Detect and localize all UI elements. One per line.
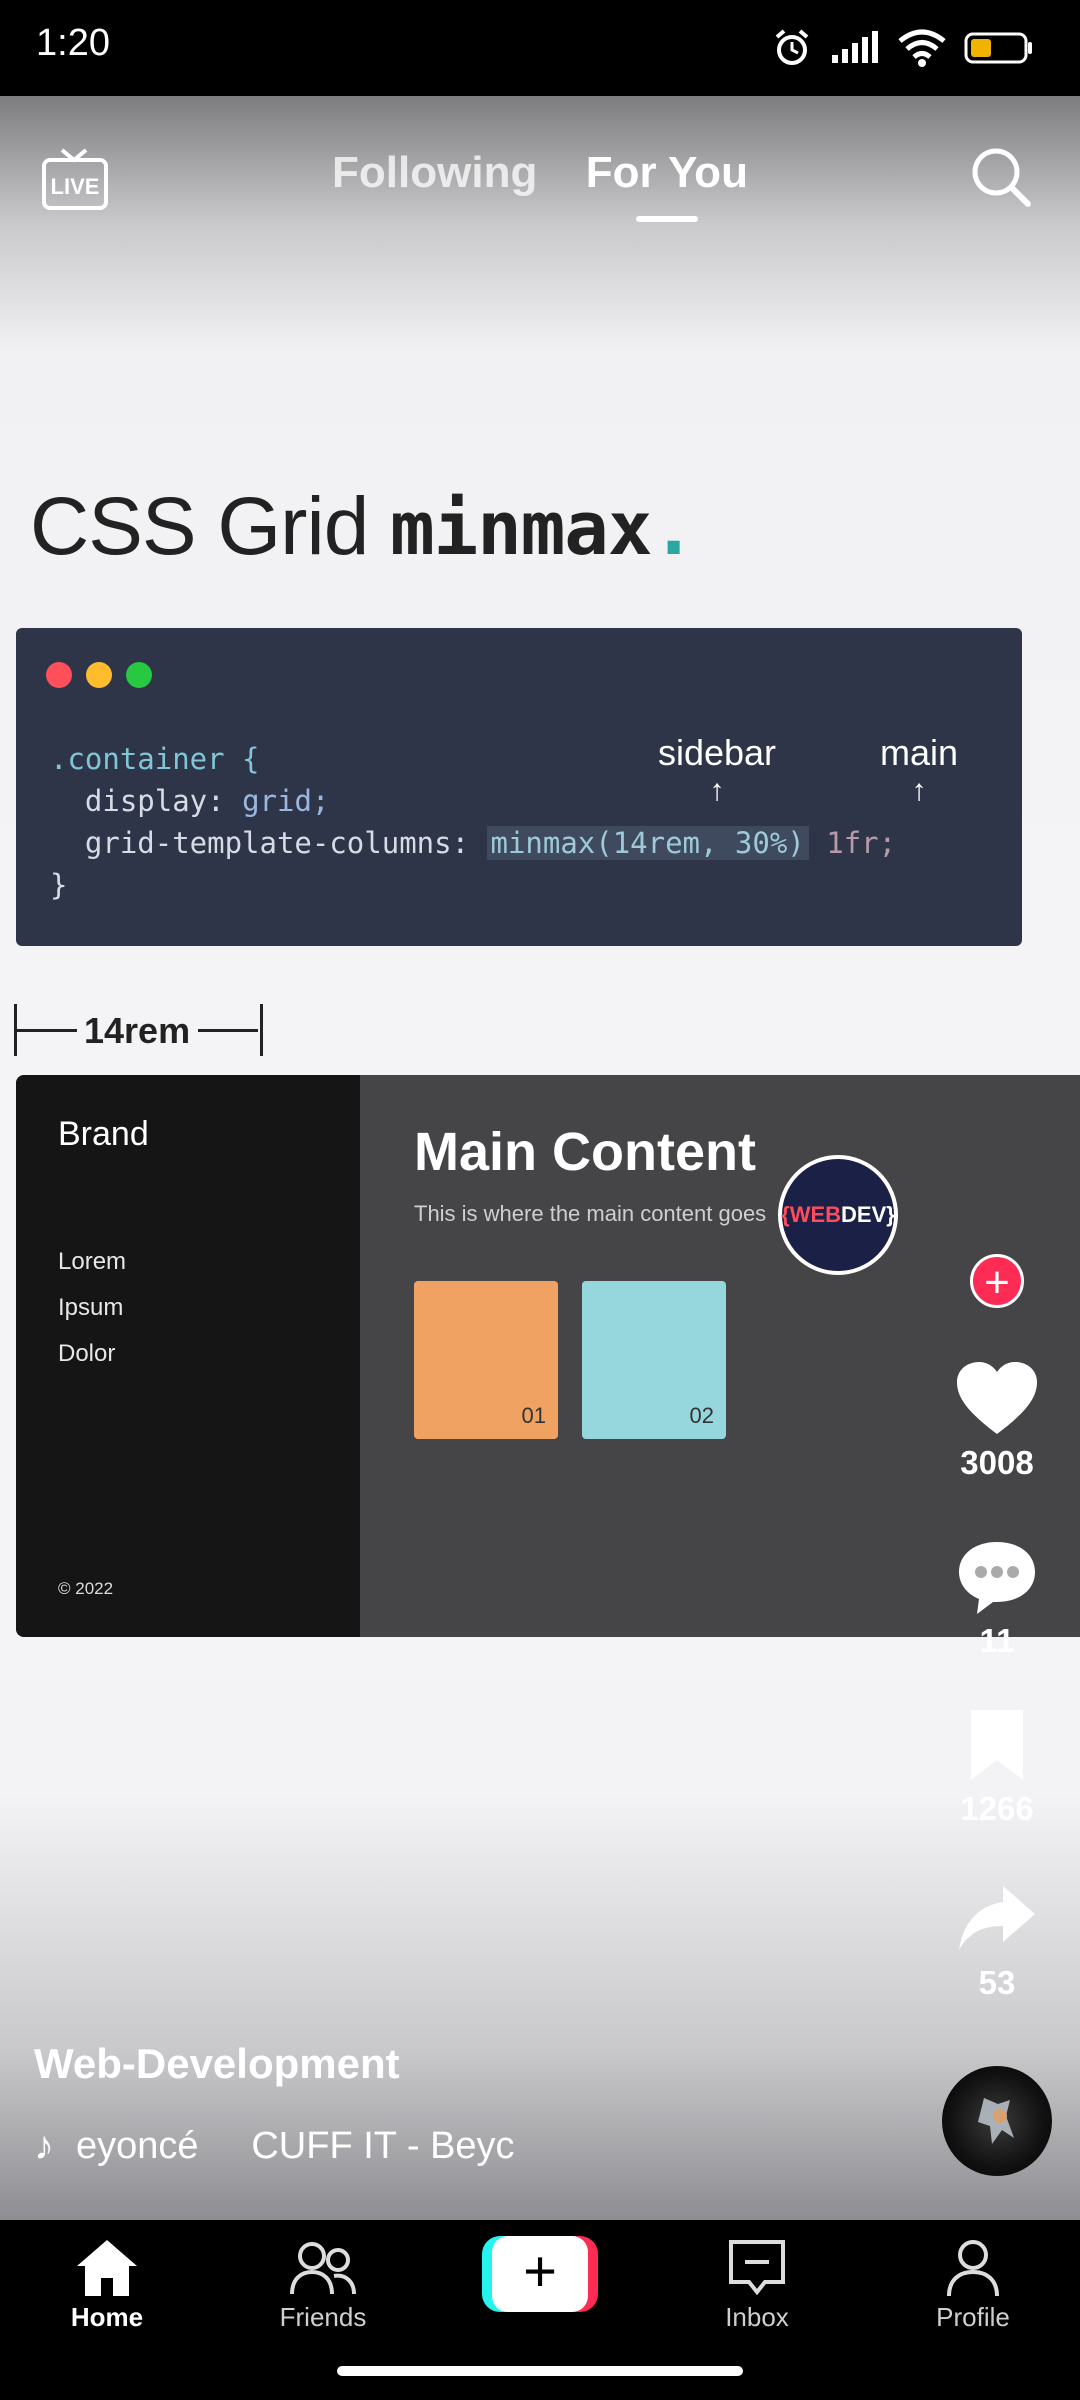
nav-home[interactable]: Home (32, 2238, 182, 2333)
slide-title: CSS Grid minmax. (30, 480, 696, 574)
tab-following[interactable]: Following (332, 148, 537, 198)
nav-inbox-label: Inbox (725, 2302, 789, 2332)
code-line: } (50, 868, 68, 902)
follow-button[interactable]: + (970, 1254, 1024, 1308)
measure-tick (260, 1004, 263, 1056)
inbox-icon (729, 2240, 785, 2296)
demo-menu-item: Dolor (58, 1340, 116, 1367)
avatar-text: DEV} (841, 1202, 895, 1227)
demo-copyright: © 2022 (58, 1579, 114, 1598)
wifi-icon (898, 29, 946, 67)
slide-title-text: CSS Grid (30, 481, 391, 572)
save-button[interactable]: 1266 (917, 1706, 1077, 1828)
nav-profile[interactable]: Profile (898, 2238, 1048, 2333)
friends-icon (290, 2242, 356, 2295)
demo-main-subtitle: This is where the main content goes (414, 1201, 767, 1226)
music-note-icon: ♪ (34, 2124, 54, 2168)
music-disc[interactable] (942, 2066, 1052, 2176)
like-button[interactable]: 3008 (917, 1360, 1077, 1482)
comment-count: 11 (979, 1622, 1015, 1659)
comment-icon (959, 1542, 1035, 1614)
code-highlight: minmax(14rem, 30%) (486, 826, 809, 860)
heart-icon (957, 1362, 1037, 1434)
author-name[interactable]: Web-Development (34, 2040, 400, 2088)
minimize-dot (86, 662, 112, 688)
music-title: CUFF IT - Beyc (251, 2125, 515, 2167)
home-icon (77, 2240, 137, 2296)
up-arrow-icon: ↑ (911, 774, 927, 807)
maximize-dot (126, 662, 152, 688)
annotation-label: main (879, 732, 959, 773)
code-line: .container { (50, 742, 260, 776)
code-line: grid-template-columns: (50, 826, 487, 860)
music-track: eyoncé CUFF IT - Beyc (76, 2125, 576, 2168)
code-window: .container { display: grid; grid-templat… (16, 628, 1022, 946)
alarm-icon (775, 29, 809, 65)
signal-icon (832, 31, 878, 63)
measure-line (198, 1029, 258, 1032)
battery-icon (964, 32, 1032, 64)
home-indicator[interactable] (337, 2366, 743, 2376)
slide-title-dot: . (651, 486, 696, 572)
width-measure: 14rem (14, 1004, 264, 1056)
sidebar-annotation: sidebar ↑ (632, 732, 802, 806)
demo-sidebar: Brand Lorem Ipsum Dolor © 2022 (16, 1075, 360, 1637)
code-line: display: (50, 784, 243, 818)
card-label: 01 (521, 1403, 546, 1428)
comment-button[interactable]: 11 (917, 1538, 1077, 1660)
main-annotation: main ↑ (854, 732, 984, 806)
music-info[interactable]: ♪ eyoncé CUFF IT - Beyc (34, 2124, 576, 2169)
share-button[interactable]: 53 (917, 1880, 1077, 2002)
status-bar: 1:20 (0, 0, 1080, 96)
card-label: 02 (689, 1403, 714, 1428)
demo-menu-item: Lorem (58, 1248, 127, 1275)
share-icon (959, 1886, 1035, 1950)
search-icon (972, 148, 1031, 207)
nav-friends-label: Friends (279, 2302, 367, 2332)
measure-line (17, 1029, 77, 1032)
save-count: 1266 (960, 1790, 1034, 1827)
nav-home-label: Home (70, 2302, 144, 2332)
window-controls (46, 662, 152, 688)
nav-inbox[interactable]: Inbox (682, 2238, 832, 2333)
measure-label: 14rem (84, 1010, 191, 1051)
clock: 1:20 (36, 22, 110, 64)
tab-for-you[interactable]: For You (586, 148, 748, 198)
demo-card-01: 01 (414, 1281, 558, 1439)
demo-main-title: Main Content (414, 1122, 756, 1182)
share-count: 53 (978, 1964, 1016, 2001)
feed-tabs: Following For You (0, 148, 1080, 198)
avatar-text: {WEB (781, 1202, 842, 1227)
nav-profile-label: Profile (936, 2302, 1010, 2332)
demo-menu: Lorem Ipsum Dolor (58, 1239, 126, 1377)
bookmark-icon (971, 1710, 1023, 1780)
music-disc-icon (978, 2098, 1014, 2144)
close-dot (46, 662, 72, 688)
demo-brand: Brand (58, 1115, 149, 1153)
top-nav: LIVE Following For You (0, 96, 1080, 266)
code-value: 1fr; (808, 826, 897, 860)
annotation-label: sidebar (657, 732, 777, 773)
up-arrow-icon: ↑ (709, 774, 725, 807)
profile-icon (947, 2240, 999, 2297)
slide-title-code: minmax (390, 486, 652, 572)
status-icons (772, 20, 1034, 76)
like-count: 3008 (960, 1444, 1034, 1481)
music-artist: eyoncé (76, 2125, 199, 2167)
creator-avatar[interactable]: {WEB DEV} (778, 1155, 898, 1275)
code-value: grid; (242, 784, 330, 818)
demo-menu-item: Ipsum (58, 1294, 124, 1321)
create-button[interactable]: + (482, 2236, 598, 2312)
demo-card-02: 02 (582, 1281, 726, 1439)
search-button[interactable] (968, 144, 1034, 215)
plus-icon: + (492, 2236, 588, 2312)
nav-friends[interactable]: Friends (248, 2238, 398, 2333)
